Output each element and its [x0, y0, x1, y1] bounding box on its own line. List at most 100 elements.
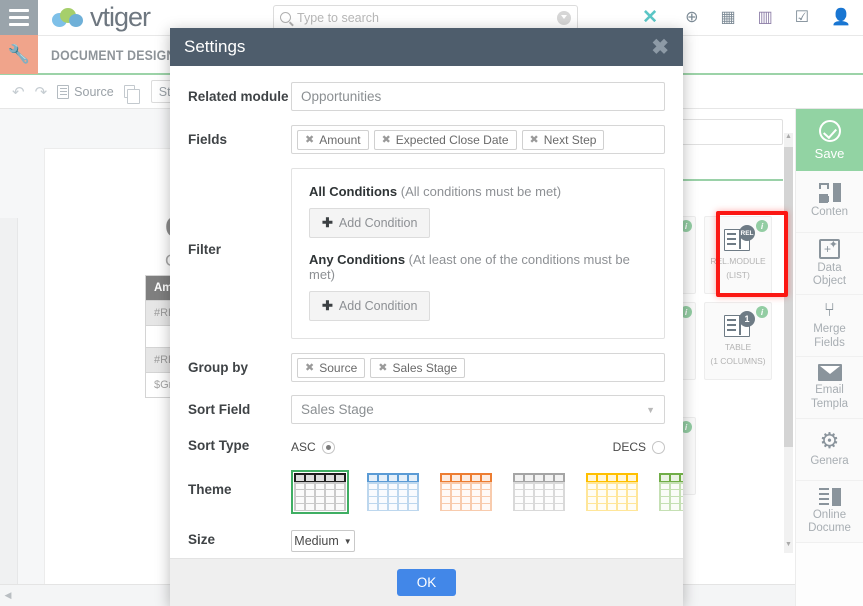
todo-icon[interactable]: ☑ [795, 10, 809, 26]
scroll-left-icon[interactable]: ◀ [0, 590, 16, 601]
theme-swatch-yellow[interactable] [583, 470, 641, 514]
analytics-icon[interactable]: ▥ [758, 10, 773, 26]
all-conditions-strong: All Conditions [309, 184, 398, 199]
group-by-tagbox[interactable]: ✖ Source ✖ Sales Stage [291, 353, 665, 382]
undo-icon[interactable]: ↶ [12, 83, 25, 101]
all-conditions-title: All Conditions (All conditions must be m… [309, 184, 647, 199]
calendar-icon[interactable]: ▦ [720, 10, 735, 26]
check-circle-icon [818, 119, 841, 142]
brand-logo[interactable]: vtiger [52, 2, 151, 33]
theme-swatch-orange[interactable] [437, 470, 495, 514]
redo-icon[interactable]: ↷ [35, 83, 48, 101]
remove-tag-icon[interactable]: ✖ [305, 361, 314, 374]
ok-button[interactable]: OK [396, 569, 457, 596]
rail-item-online-document[interactable]: Online Docume [796, 481, 863, 543]
remove-tag-icon[interactable]: ✖ [530, 133, 539, 146]
x-logo-icon[interactable]: ✕ [639, 7, 663, 29]
table-icon: 1 [724, 311, 755, 339]
fields-tagbox[interactable]: ✖ Amount ✖ Expected Close Date ✖ Next St… [291, 125, 665, 154]
modal-title: Settings [184, 37, 246, 56]
source-button[interactable]: Source [57, 84, 114, 99]
group-by-label: Group by [188, 360, 248, 375]
row-theme: Theme [188, 468, 683, 514]
any-conditions-title: Any Conditions (At least one of the cond… [309, 252, 647, 282]
scrollbar-thumb[interactable] [784, 147, 793, 447]
copy-icon[interactable] [123, 85, 141, 104]
field-tag[interactable]: ✖ Next Step [521, 129, 605, 150]
remove-tag-icon[interactable]: ✖ [382, 133, 391, 146]
field-tag[interactable]: ✖ Expected Close Date [373, 129, 517, 150]
sort-type-label: Sort Type [188, 438, 250, 453]
row-sort-field: Sort Field Sales Stage ▼ [188, 395, 665, 424]
add-icon[interactable]: ⊕ [685, 10, 698, 26]
rail-item-label: Merge Fields [813, 323, 846, 349]
source-label: Source [74, 84, 114, 99]
rail-item-merge-fields[interactable]: ⑂ Merge Fields [796, 295, 863, 357]
theme-label: Theme [188, 482, 232, 497]
scroll-up-icon[interactable]: ▲ [784, 133, 793, 145]
rail-item-content[interactable]: Conten [796, 171, 863, 233]
panel-scrollbar[interactable]: ▲ ▼ [784, 133, 793, 553]
chevron-down-icon[interactable] [557, 10, 571, 25]
group-by-tag[interactable]: ✖ Source [297, 357, 366, 378]
rel-module-list-icon: REL [724, 225, 755, 253]
field-tag-label: Amount [319, 132, 361, 147]
add-condition-label: Add Condition [338, 299, 418, 313]
all-conditions-hint: (All conditions must be met) [400, 184, 562, 199]
row-related-module: Related module Opportunities [188, 82, 665, 111]
sort-asc-radio[interactable] [321, 440, 335, 454]
add-condition-all-button[interactable]: ✚ Add Condition [309, 208, 431, 238]
row-fields: Fields ✖ Amount ✖ Expected Close Date ✖ [188, 125, 665, 154]
wrench-icon[interactable]: 🔧 [0, 35, 38, 74]
data-object-icon [819, 238, 840, 259]
gear-icon: ⚙ [819, 428, 840, 454]
field-tag-label: Expected Close Date [395, 132, 509, 147]
close-icon[interactable]: ✖ [651, 37, 669, 58]
remove-tag-icon[interactable]: ✖ [305, 133, 314, 146]
scroll-down-icon[interactable]: ▼ [784, 541, 793, 553]
rail-item-general[interactable]: ⚙ Genera [796, 419, 863, 481]
theme-swatch-blue[interactable] [364, 470, 422, 514]
merge-fields-icon: ⑂ [823, 300, 836, 322]
tool-rail: Save Conten Data Object ⑂ Merge Fields E… [795, 109, 863, 606]
related-module-value: Opportunities [301, 89, 382, 104]
canvas-gutter [0, 218, 18, 584]
sort-desc-radio[interactable] [652, 440, 665, 454]
chevron-down-icon: ▼ [646, 404, 655, 415]
group-by-tag[interactable]: ✖ Sales Stage [370, 357, 466, 378]
add-condition-any-button[interactable]: ✚ Add Condition [309, 291, 431, 321]
brand-name: vtiger [90, 2, 151, 32]
size-select[interactable]: Medium ▼ [291, 530, 355, 552]
info-icon[interactable]: i [756, 306, 768, 318]
rail-item-label: Data Object [812, 261, 847, 287]
rail-item-email-template[interactable]: Email Templa [796, 357, 863, 419]
sort-field-value: Sales Stage [301, 402, 374, 417]
row-sort-type: Sort Type ASC DECS [188, 434, 665, 454]
theme-swatch-gray[interactable] [510, 470, 568, 514]
rail-item-label: Genera [810, 455, 849, 468]
theme-swatch-green[interactable] [656, 470, 683, 514]
sort-field-select[interactable]: Sales Stage ▼ [291, 395, 665, 424]
modal-header: Settings ✖ [170, 28, 683, 66]
theme-swatch-dark[interactable] [291, 470, 349, 514]
field-tag[interactable]: ✖ Amount [297, 129, 369, 150]
vtiger-cloud-icon [52, 6, 86, 30]
rail-item-data-object[interactable]: Data Object [796, 233, 863, 295]
remove-tag-icon[interactable]: ✖ [378, 361, 387, 374]
global-search[interactable]: Type to search [273, 5, 578, 30]
sort-asc-option[interactable]: ASC [291, 440, 335, 454]
group-by-tag-label: Source [319, 360, 358, 375]
menu-toggle-icon[interactable] [0, 0, 38, 36]
info-icon[interactable]: i [756, 220, 768, 232]
tile-rel-module-list[interactable]: i REL REL.MODULE (LIST) [704, 216, 772, 294]
tile-label-top: TABLE [724, 342, 752, 353]
search-input[interactable]: Type to search [297, 11, 551, 25]
user-icon[interactable]: 👤 [831, 10, 851, 26]
tile-table[interactable]: i 1 TABLE (1 COLUMNS) [704, 302, 772, 380]
settings-modal: Settings ✖ Related module Opportunities … [170, 28, 683, 606]
save-button[interactable]: Save [796, 109, 863, 171]
chevron-down-icon: ▼ [343, 536, 352, 546]
related-module-input[interactable]: Opportunities [291, 82, 665, 111]
size-value: Medium [294, 534, 339, 548]
sort-desc-option[interactable]: DECS [613, 440, 665, 454]
